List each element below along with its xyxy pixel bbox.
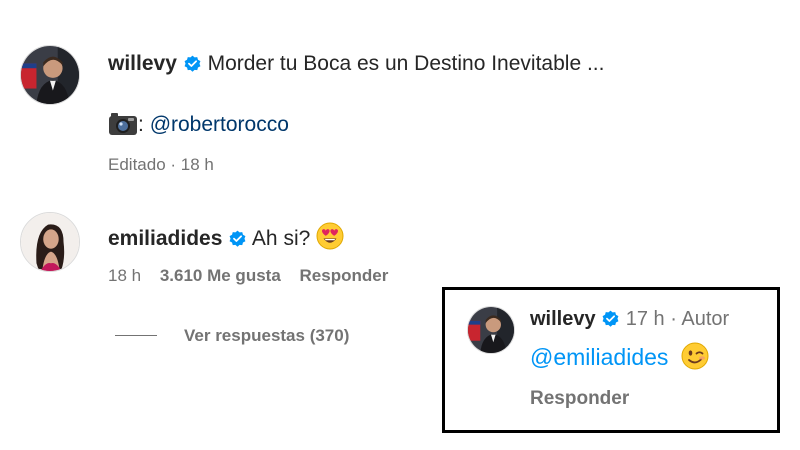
comment-reply-button[interactable]: Responder [300, 266, 389, 285]
comment-text: Ah si? [251, 227, 311, 250]
post-author-avatar[interactable] [20, 45, 80, 105]
verified-badge-icon [228, 229, 247, 255]
post-credit-row: : @robertorocco [108, 112, 289, 143]
reply-reply-button[interactable]: Responder [530, 387, 629, 411]
commenter-avatar[interactable] [20, 212, 80, 272]
post-caption-text: Morder tu Boca es un Destino Inevitable … [207, 52, 605, 75]
highlighted-reply: willevy 17 h · Autor @emiliadides Respon… [442, 287, 780, 433]
verified-badge-icon [601, 309, 620, 335]
reply-separator: · [670, 308, 677, 330]
view-replies-button[interactable]: Ver respuestas (370) [184, 325, 349, 347]
reply-author-avatar[interactable] [467, 306, 515, 354]
credit-prefix: : [138, 113, 144, 136]
reply-header-row: willevy 17 h · Autor [530, 306, 729, 335]
reply-body-row: @emiliadides [530, 342, 709, 377]
post-caption-row: willevy Morder tu Boca es un Destino Ine… [108, 51, 604, 80]
replies-divider [115, 335, 157, 336]
comment-time: 18 h [108, 266, 142, 285]
post-username[interactable]: willevy [108, 52, 177, 75]
reply-mention-link[interactable]: @emiliadides [530, 344, 668, 370]
reply-time: 17 h [625, 308, 665, 330]
winking-face-emoji-icon [681, 342, 709, 377]
reply-username[interactable]: willevy [530, 308, 596, 330]
comment-likes-count[interactable]: 3.610 Me gusta [160, 266, 281, 285]
verified-badge-icon [183, 54, 202, 80]
comment-actions-row: 18 h 3.610 Me gusta Responder [108, 265, 388, 287]
credit-mention-link[interactable]: @robertorocco [150, 113, 289, 136]
post-meta: Editado · 18 h [108, 155, 214, 174]
reply-author-tag: Autor [681, 308, 730, 330]
comment-username[interactable]: emiliadides [108, 227, 222, 250]
heart-eyes-emoji-icon [316, 222, 344, 257]
comment-row: emiliadides Ah si? [108, 222, 344, 257]
camera-icon [108, 112, 138, 143]
